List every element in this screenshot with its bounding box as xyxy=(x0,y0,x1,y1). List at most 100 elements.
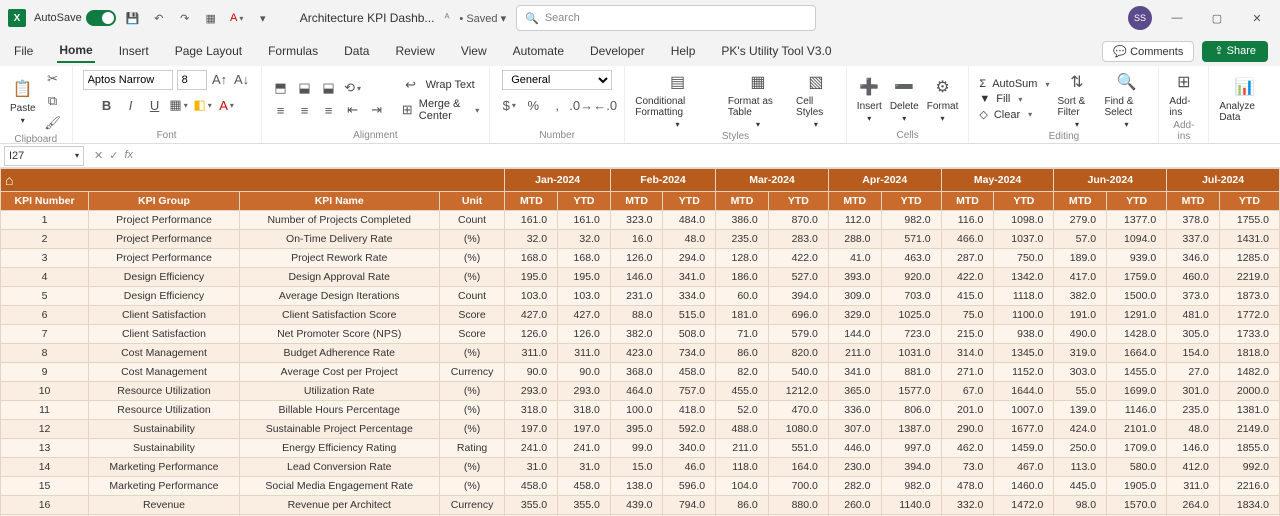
table-row[interactable]: 8 Cost Management Budget Adherence Rate … xyxy=(1,344,1280,363)
cell-value[interactable]: 1759.0 xyxy=(1107,268,1167,287)
table-row[interactable]: 11 Resource Utilization Billable Hours P… xyxy=(1,401,1280,420)
cell-value[interactable]: 329.0 xyxy=(828,306,881,325)
cell-value[interactable]: 1755.0 xyxy=(1219,211,1279,230)
tab-developer[interactable]: Developer xyxy=(588,40,647,62)
cell-value[interactable]: 394.0 xyxy=(768,287,828,306)
cell-value[interactable]: 168.0 xyxy=(505,249,558,268)
align-center-icon[interactable]: ≡ xyxy=(296,101,314,119)
cell-value[interactable]: 197.0 xyxy=(558,420,611,439)
conditional-formatting-button[interactable]: ▤Conditional Formatting▾ xyxy=(635,70,720,129)
cell-kpi-name[interactable]: Net Promoter Score (NPS) xyxy=(239,325,439,344)
underline-icon[interactable]: U xyxy=(146,96,164,114)
cell-value[interactable]: 90.0 xyxy=(558,363,611,382)
cell-value[interactable]: 73.0 xyxy=(941,458,994,477)
col-mtd[interactable]: MTD xyxy=(941,192,994,211)
cell-value[interactable]: 703.0 xyxy=(881,287,941,306)
cell-value[interactable]: 982.0 xyxy=(881,211,941,230)
tab-help[interactable]: Help xyxy=(669,40,698,62)
cell-kpi-number[interactable]: 1 xyxy=(1,211,89,230)
col-month[interactable]: May-2024 xyxy=(941,169,1054,192)
cell-value[interactable]: 997.0 xyxy=(881,439,941,458)
cell-value[interactable]: 1472.0 xyxy=(994,496,1054,515)
cell-value[interactable]: 186.0 xyxy=(716,268,769,287)
copy-icon[interactable]: ⧉ xyxy=(44,92,62,110)
cell-value[interactable]: 2000.0 xyxy=(1219,382,1279,401)
cell-value[interactable]: 422.0 xyxy=(941,268,994,287)
cell-value[interactable]: 341.0 xyxy=(828,363,881,382)
wrap-text-button[interactable]: ↩Wrap Text xyxy=(402,76,480,94)
cell-value[interactable]: 303.0 xyxy=(1054,363,1107,382)
cell-value[interactable]: 1007.0 xyxy=(994,401,1054,420)
cell-value[interactable]: 264.0 xyxy=(1167,496,1220,515)
cell-unit[interactable]: (%) xyxy=(439,477,505,496)
table-row[interactable]: 13 Sustainability Energy Efficiency Rati… xyxy=(1,439,1280,458)
cell-value[interactable]: 260.0 xyxy=(828,496,881,515)
cell-value[interactable]: 104.0 xyxy=(716,477,769,496)
cell-value[interactable]: 241.0 xyxy=(558,439,611,458)
cell-value[interactable]: 293.0 xyxy=(505,382,558,401)
cell-value[interactable]: 466.0 xyxy=(941,230,994,249)
cut-icon[interactable]: ✂ xyxy=(44,70,62,88)
cell-value[interactable]: 31.0 xyxy=(505,458,558,477)
cell-value[interactable]: 490.0 xyxy=(1054,325,1107,344)
cell-unit[interactable]: (%) xyxy=(439,230,505,249)
cell-value[interactable]: 235.0 xyxy=(716,230,769,249)
cell-value[interactable]: 458.0 xyxy=(558,477,611,496)
cell-value[interactable]: 455.0 xyxy=(716,382,769,401)
bold-icon[interactable]: B xyxy=(98,96,116,114)
cell-value[interactable]: 484.0 xyxy=(663,211,716,230)
filename[interactable]: Architecture KPI Dashb... xyxy=(300,11,435,25)
cell-kpi-number[interactable]: 9 xyxy=(1,363,89,382)
cell-value[interactable]: 734.0 xyxy=(663,344,716,363)
cell-value[interactable]: 700.0 xyxy=(768,477,828,496)
cell-value[interactable]: 311.0 xyxy=(558,344,611,363)
cell-value[interactable]: 86.0 xyxy=(716,344,769,363)
cell-value[interactable]: 191.0 xyxy=(1054,306,1107,325)
cell-value[interactable]: 412.0 xyxy=(1167,458,1220,477)
undo-icon[interactable]: ↶ xyxy=(150,9,168,27)
cell-kpi-number[interactable]: 3 xyxy=(1,249,89,268)
cell-value[interactable]: 427.0 xyxy=(505,306,558,325)
cell-value[interactable]: 1025.0 xyxy=(881,306,941,325)
percent-icon[interactable]: % xyxy=(524,96,542,114)
cell-value[interactable]: 1677.0 xyxy=(994,420,1054,439)
cell-kpi-number[interactable]: 2 xyxy=(1,230,89,249)
cell-value[interactable]: 1100.0 xyxy=(994,306,1054,325)
indent-increase-icon[interactable]: ⇥ xyxy=(368,101,386,119)
cell-value[interactable]: 508.0 xyxy=(663,325,716,344)
cell-value[interactable]: 307.0 xyxy=(828,420,881,439)
minimize-icon[interactable]: — xyxy=(1162,3,1192,33)
cell-value[interactable]: 230.0 xyxy=(828,458,881,477)
increase-decimal-icon[interactable]: .0→ xyxy=(572,96,590,114)
cell-value[interactable]: 540.0 xyxy=(768,363,828,382)
format-button[interactable]: ⚙Format▾ xyxy=(927,75,959,123)
cell-value[interactable]: 15.0 xyxy=(610,458,663,477)
cell-value[interactable]: 2149.0 xyxy=(1219,420,1279,439)
formula-input[interactable] xyxy=(139,146,1280,166)
cell-value[interactable]: 478.0 xyxy=(941,477,994,496)
cell-value[interactable]: 1080.0 xyxy=(768,420,828,439)
cell-value[interactable]: 424.0 xyxy=(1054,420,1107,439)
cell-kpi-name[interactable]: On-Time Delivery Rate xyxy=(239,230,439,249)
cell-unit[interactable]: Count xyxy=(439,287,505,306)
cell-value[interactable]: 368.0 xyxy=(610,363,663,382)
align-left-icon[interactable]: ≡ xyxy=(272,101,290,119)
cell-value[interactable]: 393.0 xyxy=(828,268,881,287)
fill-color-icon[interactable]: ◧ xyxy=(194,96,212,114)
table-row[interactable]: 7 Client Satisfaction Net Promoter Score… xyxy=(1,325,1280,344)
cell-value[interactable]: 27.0 xyxy=(1167,363,1220,382)
cell-value[interactable]: 16.0 xyxy=(610,230,663,249)
cell-value[interactable]: 168.0 xyxy=(558,249,611,268)
cell-value[interactable]: 100.0 xyxy=(610,401,663,420)
cell-value[interactable]: 1577.0 xyxy=(881,382,941,401)
cell-kpi-number[interactable]: 7 xyxy=(1,325,89,344)
cell-value[interactable]: 551.0 xyxy=(768,439,828,458)
decrease-decimal-icon[interactable]: ←.0 xyxy=(596,96,614,114)
cell-value[interactable]: 116.0 xyxy=(941,211,994,230)
borders-qat-icon[interactable]: ▦ xyxy=(202,9,220,27)
cell-value[interactable]: 2101.0 xyxy=(1107,420,1167,439)
cell-value[interactable]: 337.0 xyxy=(1167,230,1220,249)
cell-value[interactable]: 1699.0 xyxy=(1107,382,1167,401)
col-mtd[interactable]: MTD xyxy=(716,192,769,211)
cell-kpi-group[interactable]: Cost Management xyxy=(89,344,240,363)
